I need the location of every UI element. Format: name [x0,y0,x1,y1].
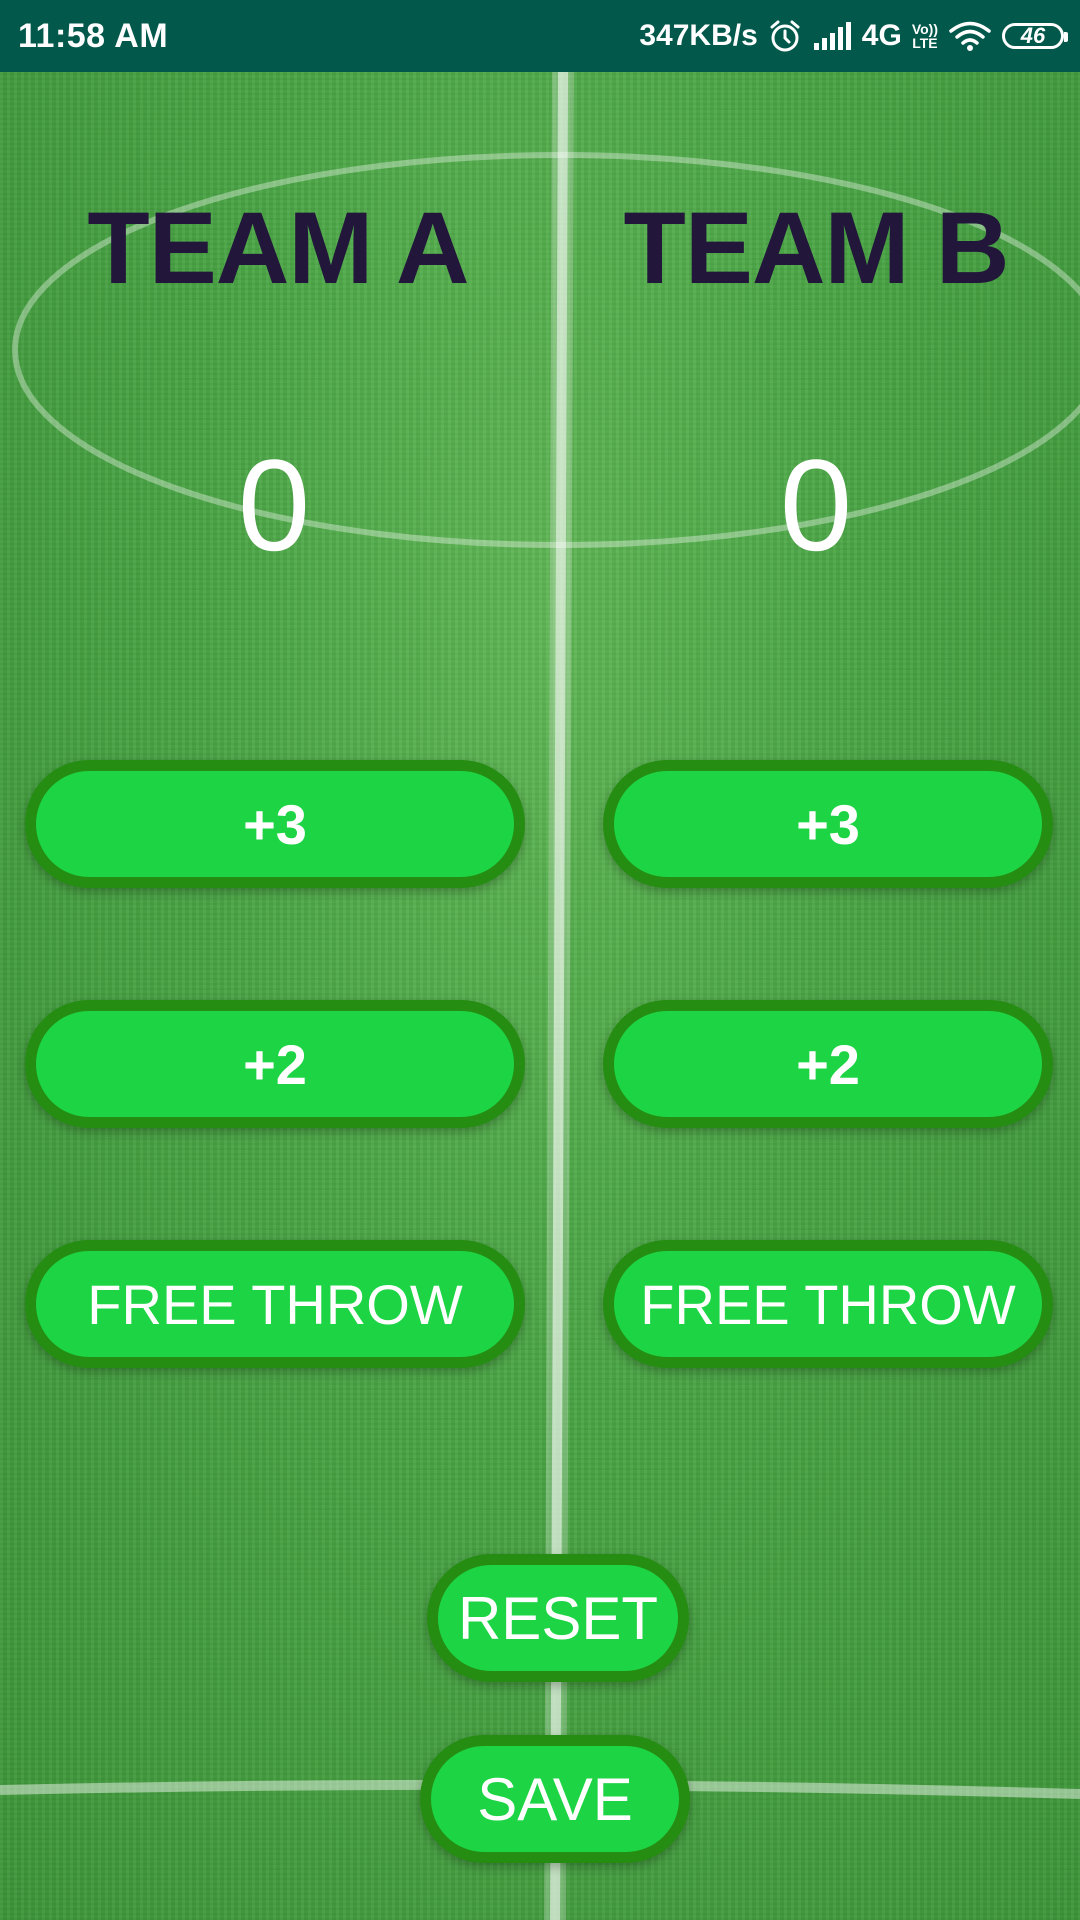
team-a-plus3-button[interactable]: +3 [25,760,525,888]
wifi-icon [948,20,992,52]
team-a-free-throw-button[interactable]: FREE THROW [25,1240,525,1368]
battery-icon: 46 [1002,23,1068,49]
team-a-plus2-button[interactable]: +2 [25,1000,525,1128]
network-speed: 347KB/s [639,19,758,52]
network-type: 4G [861,19,902,52]
team-b-name: TEAM B [623,191,1010,305]
battery-level: 46 [1020,23,1046,48]
status-bar: 11:58 AM 347KB/s 4G Vo)) LTE 46 [0,0,1080,72]
alarm-icon [768,19,802,53]
signal-icon [812,21,852,51]
team-b-plus2-button[interactable]: +2 [603,1000,1053,1128]
reset-button[interactable]: RESET [427,1554,689,1682]
status-icons: 347KB/s 4G Vo)) LTE 46 [639,19,1068,53]
volte-indicator: Vo)) LTE [912,22,938,50]
team-a-name: TEAM A [87,191,469,305]
team-b-free-throw-button[interactable]: FREE THROW [603,1240,1053,1368]
team-b-plus3-button[interactable]: +3 [603,760,1053,888]
volte-bottom: LTE [912,35,938,51]
save-button[interactable]: SAVE [420,1735,690,1863]
team-a-score: 0 [237,432,311,578]
team-b-score: 0 [779,432,853,578]
volte-top: Vo)) [911,21,938,37]
status-time: 11:58 AM [18,16,169,55]
